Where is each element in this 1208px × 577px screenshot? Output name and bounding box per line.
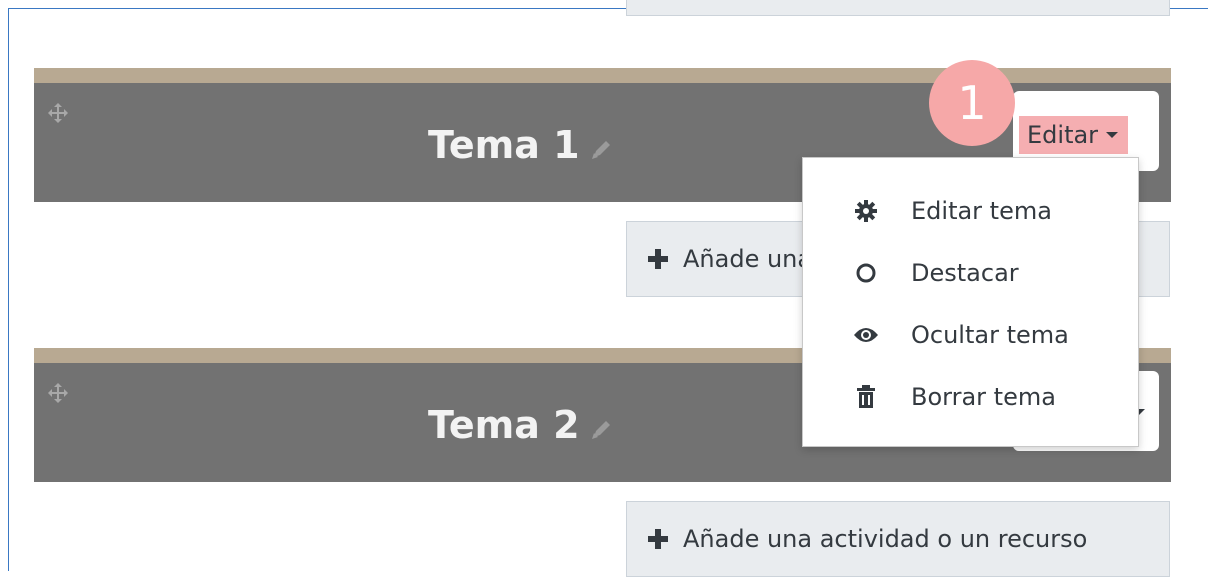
plus-icon — [648, 249, 668, 269]
pencil-icon[interactable] — [590, 137, 614, 161]
step-number-badge: 1 — [929, 60, 1015, 146]
edit-label: Editar — [1027, 121, 1099, 149]
circle-outline-icon — [853, 260, 879, 286]
section-title-text: Tema 1 — [428, 123, 580, 167]
menu-item-label: Destacar — [911, 259, 1019, 287]
menu-item-ocultar-tema[interactable]: Ocultar tema — [803, 305, 1138, 365]
eye-icon — [853, 322, 879, 348]
edit-dropdown-menu: Editar tema Destacar Ocultar tema Borrar… — [802, 157, 1139, 447]
move-icon[interactable] — [48, 103, 68, 123]
add-activity-label: Añade una actividad o un recurso — [683, 525, 1088, 553]
add-activity-button-previous[interactable] — [626, 0, 1170, 16]
menu-item-borrar-tema[interactable]: Borrar tema — [803, 367, 1138, 427]
menu-item-label: Editar tema — [911, 197, 1052, 225]
menu-item-label: Borrar tema — [911, 383, 1056, 411]
caret-down-icon — [1106, 132, 1119, 138]
edit-menu-button-highlight[interactable]: Editar — [1019, 116, 1129, 154]
move-icon[interactable] — [48, 383, 68, 403]
gear-icon — [853, 198, 879, 224]
section-title: Tema 2 — [428, 403, 614, 447]
section-title-text: Tema 2 — [428, 403, 580, 447]
menu-item-editar-tema[interactable]: Editar tema — [803, 181, 1138, 241]
add-activity-button[interactable]: Añade una actividad o un recurso — [626, 501, 1170, 577]
trash-icon — [853, 384, 879, 410]
pencil-icon[interactable] — [590, 417, 614, 441]
section-title: Tema 1 — [428, 123, 614, 167]
menu-item-destacar[interactable]: Destacar — [803, 243, 1138, 303]
menu-item-label: Ocultar tema — [911, 321, 1069, 349]
plus-icon — [648, 529, 668, 549]
